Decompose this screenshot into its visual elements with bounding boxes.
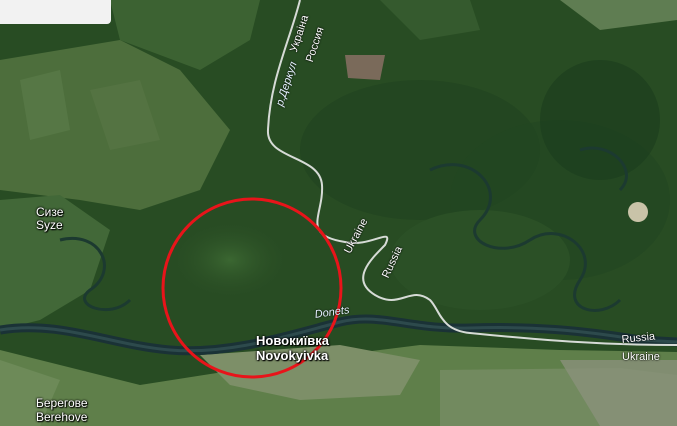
- place-label-berehove-ua: Берегове: [36, 396, 88, 410]
- satellite-map[interactable]: Сизе Syze Новокиївка Novokyivka Берегове…: [0, 0, 677, 426]
- place-label-berehove-en: Berehove: [36, 410, 88, 424]
- place-label-novokyivka-ua: Новокиївка: [256, 333, 329, 348]
- border-label-ukraine-right: Ukraine: [622, 351, 660, 363]
- place-label-novokyivka-en: Novokyivka: [256, 348, 329, 363]
- search-panel-fragment: [0, 0, 111, 24]
- place-label-syze-en: Syze: [36, 218, 63, 232]
- satellite-imagery: [0, 0, 677, 426]
